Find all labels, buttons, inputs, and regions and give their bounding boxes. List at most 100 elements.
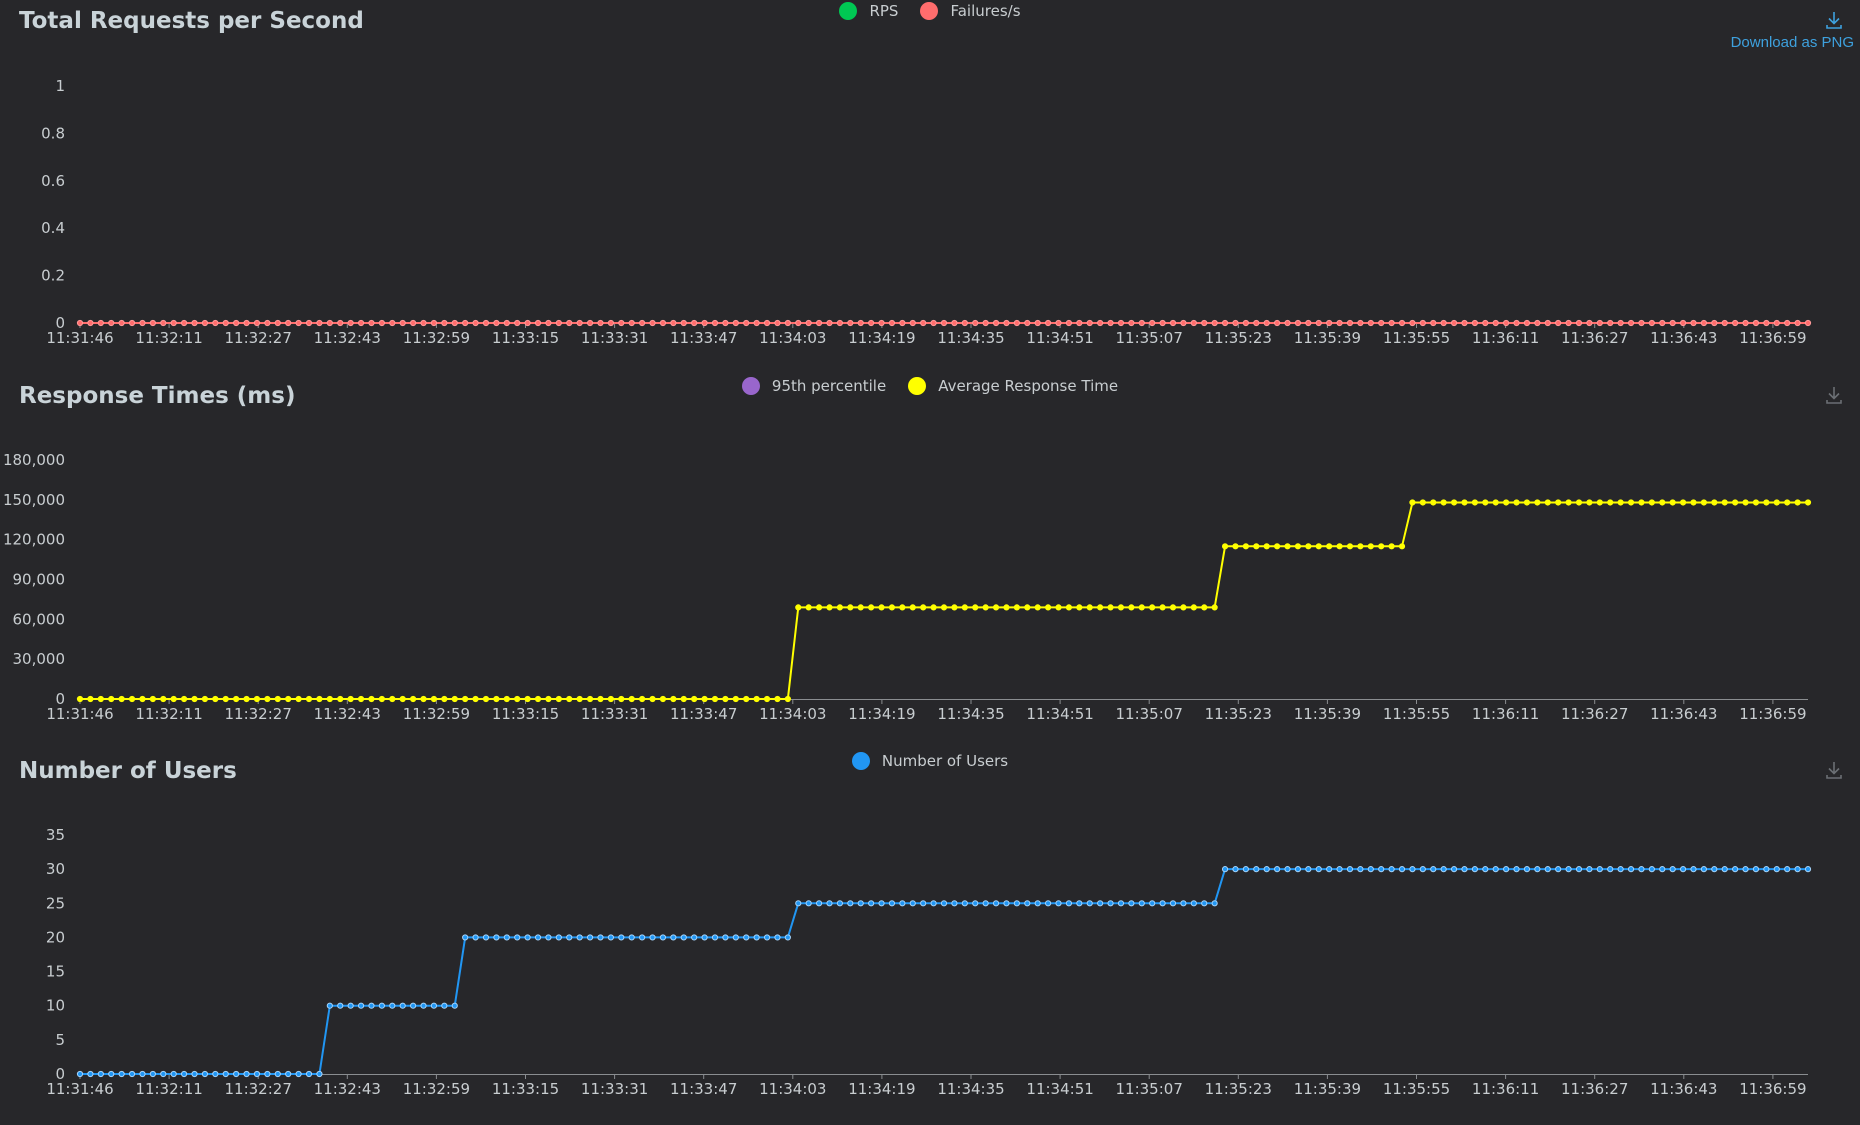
data-point[interactable] [815,900,823,907]
data-point[interactable] [1201,604,1208,611]
data-point[interactable] [1430,866,1437,873]
data-point[interactable] [1388,543,1395,550]
data-point[interactable] [1794,866,1801,873]
data-point[interactable] [1076,319,1083,327]
data-point[interactable] [1357,543,1364,550]
data-point[interactable] [888,604,896,611]
data-point[interactable] [1627,499,1635,506]
data-point[interactable] [909,900,916,907]
data-point[interactable] [128,695,136,703]
data-point[interactable] [1721,499,1728,506]
data-point[interactable] [1659,499,1666,506]
data-point[interactable] [1409,319,1416,327]
data-point[interactable] [389,1002,396,1009]
data-point[interactable] [1378,319,1385,327]
data-point[interactable] [618,695,625,703]
data-point[interactable] [1326,319,1333,327]
data-point[interactable] [607,319,614,327]
data-point[interactable] [711,319,719,327]
data-point[interactable] [691,319,698,327]
data-point[interactable] [1107,604,1114,611]
data-point[interactable] [597,934,604,941]
data-point[interactable] [1659,866,1666,873]
data-point[interactable] [701,695,708,703]
data-point[interactable] [295,695,302,703]
data-point[interactable] [1305,866,1312,873]
data-point[interactable] [711,934,719,941]
data-point[interactable] [1752,319,1760,327]
data-point[interactable] [1055,319,1062,327]
data-point[interactable] [1763,499,1770,506]
data-point[interactable] [1294,319,1302,327]
data-point[interactable] [1450,499,1458,506]
data-point[interactable] [1086,604,1093,611]
data-point[interactable] [1117,319,1125,327]
data-point[interactable] [815,604,823,611]
data-point[interactable] [1232,866,1239,873]
data-point[interactable] [1159,604,1166,611]
data-point[interactable] [826,900,833,907]
data-point[interactable] [1523,319,1531,327]
data-point[interactable] [1804,319,1812,327]
data-point[interactable] [1565,499,1572,506]
data-point[interactable] [1565,866,1572,873]
data-point[interactable] [753,695,760,703]
data-point[interactable] [1221,543,1229,550]
data-point[interactable] [868,604,875,611]
data-point[interactable] [1440,866,1447,873]
data-point[interactable] [639,319,646,327]
data-point[interactable] [1794,319,1801,327]
data-point[interactable] [1752,499,1760,506]
data-point[interactable] [1232,543,1239,550]
data-point[interactable] [1221,319,1229,327]
data-point[interactable] [1534,866,1541,873]
data-point[interactable] [1263,866,1270,873]
data-point[interactable] [774,319,781,327]
data-point[interactable] [326,319,333,327]
data-point[interactable] [659,934,667,941]
data-point[interactable] [1523,866,1531,873]
data-point[interactable] [576,934,583,941]
data-point[interactable] [451,1002,458,1009]
data-point[interactable] [1305,319,1312,327]
data-point[interactable] [878,319,885,327]
data-point[interactable] [566,695,573,703]
data-point[interactable] [1773,866,1780,873]
data-point[interactable] [961,604,968,611]
data-point[interactable] [899,900,906,907]
data-point[interactable] [1419,866,1426,873]
data-point[interactable] [389,319,396,327]
data-point[interactable] [430,1002,438,1009]
data-point[interactable] [743,934,750,941]
data-point[interactable] [1627,866,1635,873]
data-point[interactable] [1586,499,1593,506]
data-point[interactable] [368,1002,375,1009]
data-point[interactable] [1305,543,1312,550]
data-point[interactable] [1274,319,1281,327]
data-point[interactable] [1596,866,1603,873]
data-point[interactable] [1492,319,1499,327]
data-point[interactable] [274,319,281,327]
data-point[interactable] [1482,499,1489,506]
data-point[interactable] [1430,499,1437,506]
data-point[interactable] [1045,900,1052,907]
data-point[interactable] [1804,866,1812,873]
data-point[interactable] [1169,900,1177,907]
data-point[interactable] [1263,543,1270,550]
data-point[interactable] [201,319,209,327]
data-point[interactable] [253,695,261,703]
data-point[interactable] [826,319,833,327]
data-point[interactable] [909,319,916,327]
data-point[interactable] [243,319,250,327]
data-point[interactable] [1315,319,1322,327]
data-point[interactable] [524,695,531,703]
data-point[interactable] [1679,866,1687,873]
data-point[interactable] [1232,319,1239,327]
data-point[interactable] [1648,499,1655,506]
data-point[interactable] [982,604,989,611]
data-point[interactable] [1034,319,1041,327]
data-point[interactable] [160,319,167,327]
data-point[interactable] [1211,900,1218,907]
data-point[interactable] [441,695,448,703]
data-point[interactable] [1690,866,1697,873]
